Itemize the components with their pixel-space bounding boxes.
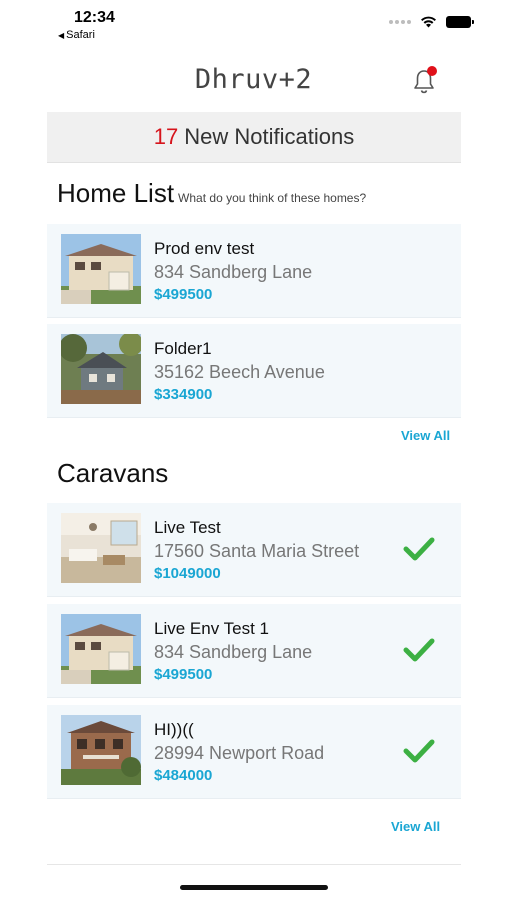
item-address: 834 Sandberg Lane xyxy=(154,262,313,282)
item-price: $499500 xyxy=(154,666,213,683)
notifications-banner[interactable]: 17 New Notifications xyxy=(47,112,461,163)
item-price: $484000 xyxy=(154,767,213,784)
home-list-title: Home List xyxy=(57,178,175,208)
house-photo-beige xyxy=(61,234,141,304)
item-name: Live Env Test 1 xyxy=(154,619,269,638)
status-icons xyxy=(389,16,474,28)
item-price: $499500 xyxy=(154,286,213,303)
status-time: 12:34 xyxy=(74,9,115,26)
home-list-heading: Home List What do you think of these home… xyxy=(57,178,366,209)
caravans-title: Caravans xyxy=(57,458,169,488)
item-price: $1049000 xyxy=(154,565,221,582)
interior-photo xyxy=(61,513,141,583)
item-name: HI))(( xyxy=(154,720,194,739)
house-photo-cottage xyxy=(61,334,141,404)
item-name: Prod env test xyxy=(154,239,255,258)
item-address: 35162 Beech Avenue xyxy=(154,362,325,382)
item-price: $334900 xyxy=(154,386,213,403)
item-address: 834 Sandberg Lane xyxy=(154,642,313,662)
caravan-item[interactable]: Live Env Test 1 834 Sandberg Lane $49950… xyxy=(47,604,461,698)
item-name: Live Test xyxy=(154,518,221,537)
house-photo-beige xyxy=(61,614,141,684)
notification-count: 17 xyxy=(153,124,179,149)
home-list-item[interactable]: Folder1 35162 Beech Avenue $334900 xyxy=(47,324,461,418)
item-address: 17560 Santa Maria Street xyxy=(154,541,360,561)
caravans-view-all-link[interactable]: View All xyxy=(391,819,440,834)
item-name: Folder1 xyxy=(154,339,212,358)
caravan-item[interactable]: Live Test 17560 Santa Maria Street $1049… xyxy=(47,503,461,597)
signal-dots-icon xyxy=(389,20,411,24)
notification-label: New Notifications xyxy=(184,124,355,149)
bottom-divider xyxy=(47,864,461,865)
back-to-safari[interactable]: ◀ Safari xyxy=(58,29,95,41)
caravan-item[interactable]: HI))(( 28994 Newport Road $484000 xyxy=(47,705,461,799)
checkmark-icon xyxy=(403,739,435,763)
back-triangle-icon: ◀ xyxy=(58,31,65,40)
battery-icon xyxy=(446,16,474,28)
checkmark-icon xyxy=(403,537,435,561)
item-address: 28994 Newport Road xyxy=(154,743,325,763)
home-indicator[interactable] xyxy=(180,885,328,890)
notification-badge-dot xyxy=(427,66,437,76)
checkmark-icon xyxy=(403,638,435,662)
house-photo-brown xyxy=(61,715,141,785)
back-label: Safari xyxy=(66,29,95,41)
home-list-view-all-link[interactable]: View All xyxy=(401,428,450,443)
home-list-subtitle: What do you think of these homes? xyxy=(178,191,367,205)
home-list-item[interactable]: Prod env test 834 Sandberg Lane $499500 xyxy=(47,224,461,318)
wifi-icon xyxy=(421,16,436,28)
status-bar: 12:34 ◀ Safari xyxy=(0,0,507,50)
